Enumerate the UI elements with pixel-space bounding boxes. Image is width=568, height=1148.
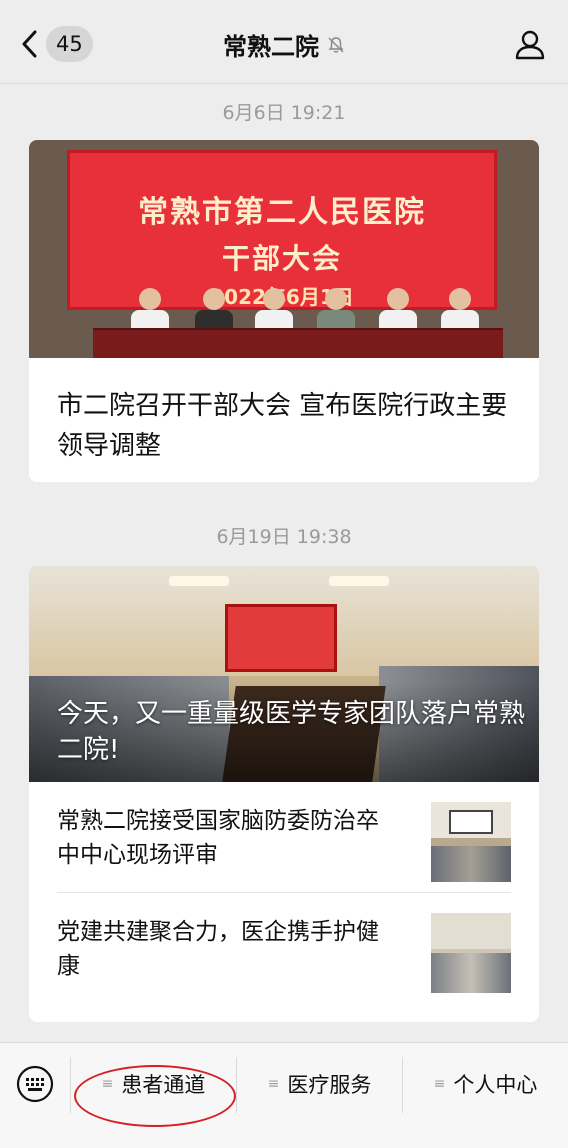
article-card[interactable]: 常熟市第二人民医院 干部大会 2022年6月1日 市二院召开干部大会 宣布医院行… bbox=[29, 140, 539, 482]
banner-line2: 干部大会 bbox=[221, 242, 342, 275]
ceiling-light bbox=[169, 576, 229, 586]
menu-item-medical-services[interactable]: ≡ 医疗服务 bbox=[237, 1069, 402, 1099]
stage-table bbox=[93, 328, 503, 358]
article-title: 党建共建聚合力，医企携手护健康 bbox=[57, 919, 379, 979]
message-timestamp: 6月19日 19:38 bbox=[216, 526, 352, 548]
article-cover-image[interactable]: 今天，又一重量级医学专家团队落户常熟二院! bbox=[29, 566, 539, 782]
top-bar: 45 常熟二院 bbox=[0, 0, 568, 84]
highlight-annotation bbox=[74, 1065, 236, 1127]
article-title: 常熟二院接受国家脑防委防治卒中中心现场评审 bbox=[57, 808, 379, 868]
ceiling-light bbox=[329, 576, 389, 586]
list-item[interactable]: 党建共建聚合力，医企携手护健康 bbox=[57, 892, 511, 1002]
bell-muted-icon bbox=[327, 36, 345, 54]
message-timestamp: 6月6日 19:21 bbox=[222, 102, 346, 124]
bottom-menu: ≡ 患者通道 ≡ 医疗服务 ≡ 个人中心 bbox=[0, 1042, 568, 1148]
meeting-banner: 常熟市第二人民医院 干部大会 2022年6月1日 bbox=[67, 150, 497, 310]
banner-line1: 常熟市第二人民医院 bbox=[138, 195, 426, 230]
menu-item-personal-center[interactable]: ≡ 个人中心 bbox=[403, 1069, 568, 1099]
article-title[interactable]: 今天，又一重量级医学专家团队落户常熟二院! bbox=[57, 696, 527, 768]
keyboard-icon[interactable] bbox=[16, 1065, 54, 1103]
list-item[interactable]: 常熟二院接受国家脑防委防治卒中中心现场评审 bbox=[57, 782, 511, 892]
projection-screen bbox=[225, 604, 337, 672]
person-icon[interactable] bbox=[514, 28, 546, 60]
article-card: 今天，又一重量级医学专家团队落户常熟二院! 常熟二院接受国家脑防委防治卒中中心现… bbox=[29, 566, 539, 1022]
page-title: 常熟二院 bbox=[223, 33, 319, 61]
menu-item-label: 个人中心 bbox=[453, 1073, 538, 1097]
menu-item-label: 医疗服务 bbox=[287, 1073, 372, 1097]
article-title[interactable]: 市二院召开干部大会 宣布医院行政主要领导调整 bbox=[29, 358, 539, 466]
article-thumbnail bbox=[431, 802, 511, 882]
article-thumbnail bbox=[431, 913, 511, 993]
article-cover-image[interactable]: 常熟市第二人民医院 干部大会 2022年6月1日 bbox=[29, 140, 539, 358]
menu-lines-icon: ≡ bbox=[433, 1076, 446, 1092]
menu-lines-icon: ≡ bbox=[267, 1076, 280, 1092]
